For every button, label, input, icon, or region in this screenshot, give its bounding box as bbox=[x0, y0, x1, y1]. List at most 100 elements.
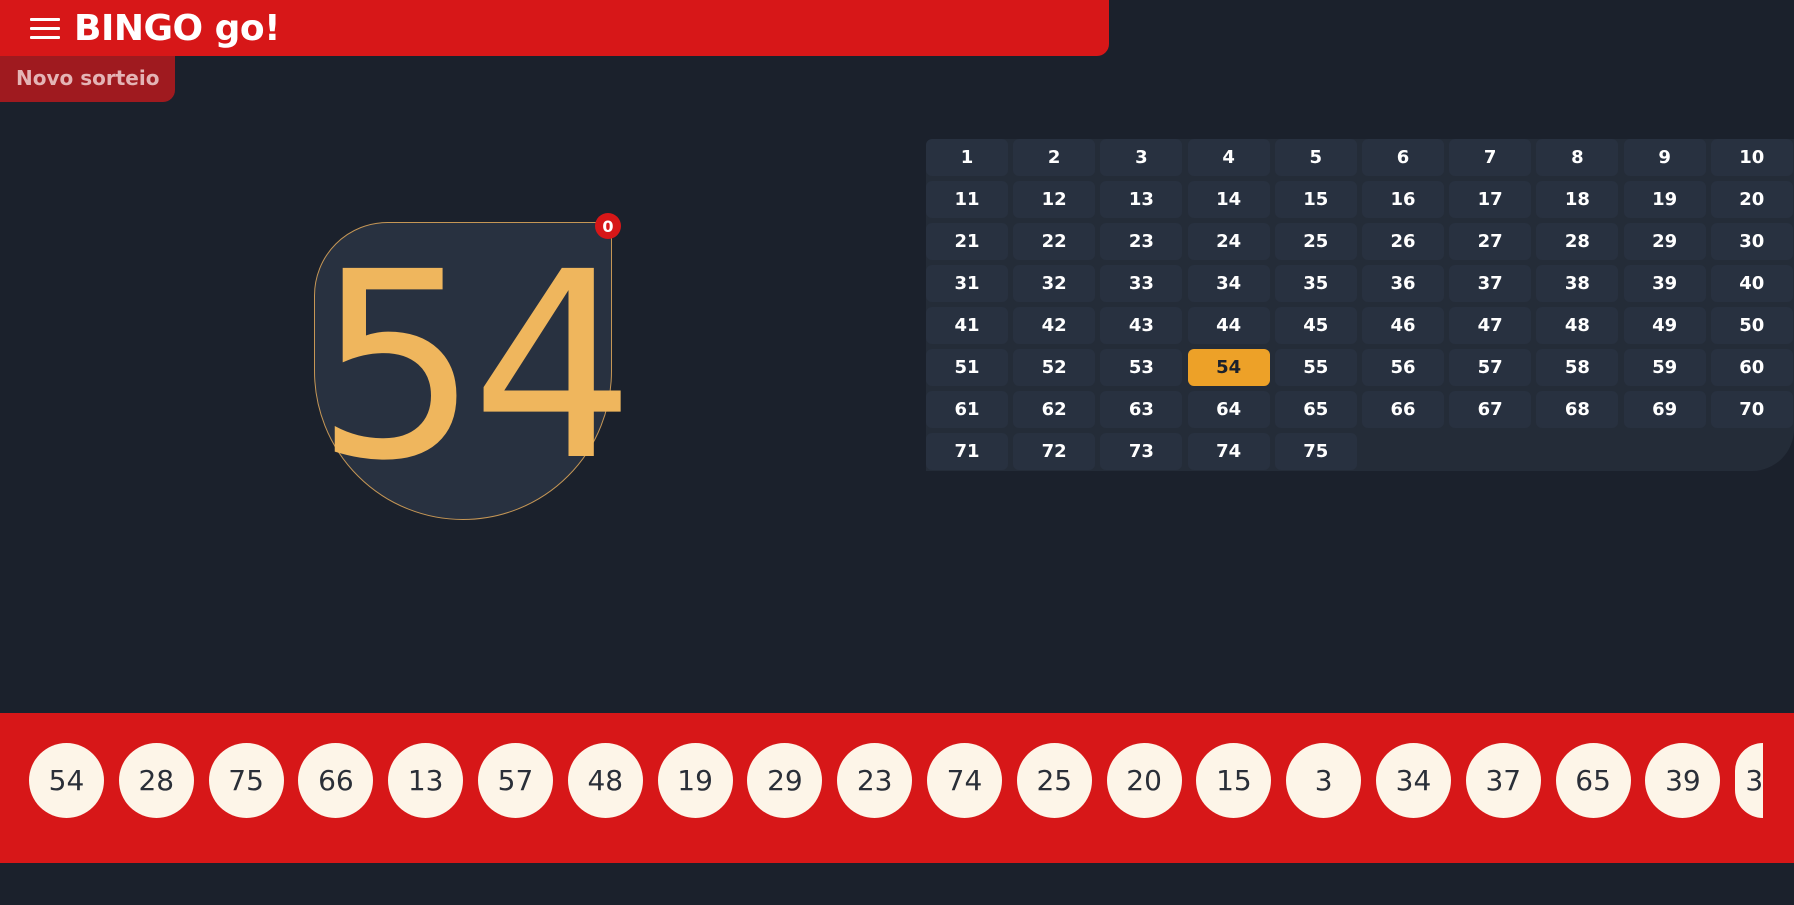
board-cell-13[interactable]: 13 bbox=[1100, 181, 1183, 218]
board-cell-63[interactable]: 63 bbox=[1100, 391, 1183, 428]
history-ball: 19 bbox=[657, 743, 733, 818]
board-cell-57[interactable]: 57 bbox=[1449, 349, 1532, 386]
board-cell-73[interactable]: 73 bbox=[1100, 433, 1183, 470]
board-cell-74[interactable]: 74 bbox=[1187, 433, 1270, 470]
board-cell-25[interactable]: 25 bbox=[1274, 223, 1357, 260]
board-cell-69[interactable]: 69 bbox=[1623, 391, 1706, 428]
board-cell-43[interactable]: 43 bbox=[1100, 307, 1183, 344]
board-cell-48[interactable]: 48 bbox=[1536, 307, 1619, 344]
board-cell-68[interactable]: 68 bbox=[1536, 391, 1619, 428]
history-ball: 3 bbox=[1286, 743, 1362, 818]
board-cell-59[interactable]: 59 bbox=[1623, 349, 1706, 386]
board-cell-37[interactable]: 37 bbox=[1449, 265, 1532, 302]
board-cell-42[interactable]: 42 bbox=[1013, 307, 1096, 344]
history-ball: 13 bbox=[388, 743, 464, 818]
board-cell-8[interactable]: 8 bbox=[1536, 139, 1619, 176]
board-cell-17[interactable]: 17 bbox=[1449, 181, 1532, 218]
board-cell-30[interactable]: 30 bbox=[1710, 223, 1793, 260]
board-cell-14[interactable]: 14 bbox=[1187, 181, 1270, 218]
board-cell-5[interactable]: 5 bbox=[1274, 139, 1357, 176]
history-ball: 37 bbox=[1465, 743, 1541, 818]
history-ball: 57 bbox=[478, 743, 553, 818]
board-cell-27[interactable]: 27 bbox=[1449, 223, 1532, 260]
board-cell-15[interactable]: 15 bbox=[1274, 181, 1357, 218]
board-cell-55[interactable]: 55 bbox=[1274, 349, 1357, 386]
board-cell-70[interactable]: 70 bbox=[1710, 391, 1793, 428]
board-cell-65[interactable]: 65 bbox=[1274, 391, 1357, 428]
board-cell-61[interactable]: 61 bbox=[926, 391, 1008, 428]
board-cell-46[interactable]: 46 bbox=[1362, 307, 1444, 344]
number-board: 1 2 3 4 5 6 7 8 9 10 11 12 13 14 15 16 17 18 19 20 21 22 23 24 2… bbox=[926, 139, 1794, 471]
history-ball: 65 bbox=[1555, 743, 1631, 818]
board-cell-26[interactable]: 26 bbox=[1362, 223, 1444, 260]
history-ball: 54 bbox=[29, 743, 104, 818]
history-ball: 25 bbox=[1016, 743, 1092, 818]
board-cell-40[interactable]: 40 bbox=[1710, 265, 1793, 302]
board-cell-56[interactable]: 56 bbox=[1362, 349, 1444, 386]
history-ball: 3 bbox=[1735, 743, 1764, 818]
board-cell-49[interactable]: 49 bbox=[1623, 307, 1706, 344]
app-title: BINGO go! bbox=[74, 7, 281, 49]
board-cell-21[interactable]: 21 bbox=[926, 223, 1008, 260]
board-cell-67[interactable]: 67 bbox=[1449, 391, 1532, 428]
board-cell-51[interactable]: 51 bbox=[926, 349, 1008, 386]
board-cell-18[interactable]: 18 bbox=[1536, 181, 1619, 218]
board-cell-34[interactable]: 34 bbox=[1187, 265, 1270, 302]
board-cell-19[interactable]: 19 bbox=[1623, 181, 1706, 218]
board-cell-22[interactable]: 22 bbox=[1013, 223, 1096, 260]
board-cell-33[interactable]: 33 bbox=[1100, 265, 1183, 302]
board-cell-28[interactable]: 28 bbox=[1536, 223, 1619, 260]
board-cell-41[interactable]: 41 bbox=[926, 307, 1008, 344]
history-ball: 48 bbox=[567, 743, 643, 818]
board-cell-23[interactable]: 23 bbox=[1100, 223, 1183, 260]
board-cell-71[interactable]: 71 bbox=[926, 433, 1008, 470]
board-cell-35[interactable]: 35 bbox=[1274, 265, 1357, 302]
board-cell-11[interactable]: 11 bbox=[926, 181, 1008, 218]
board-cell-50[interactable]: 50 bbox=[1710, 307, 1793, 344]
board-cell-64[interactable]: 64 bbox=[1187, 391, 1270, 428]
board-cell-47[interactable]: 47 bbox=[1449, 307, 1532, 344]
board-cell-6[interactable]: 6 bbox=[1362, 139, 1444, 176]
board-cell-66[interactable]: 66 bbox=[1362, 391, 1444, 428]
drawn-numbers-history: 54 28 75 66 13 57 48 19 29 23 74 25 20 15 3 34 37 65 39 3 bbox=[0, 713, 1794, 863]
board-cell-7[interactable]: 7 bbox=[1449, 139, 1532, 176]
board-cell-53[interactable]: 53 bbox=[1100, 349, 1183, 386]
board-cell-24[interactable]: 24 bbox=[1187, 223, 1270, 260]
board-cell-54[interactable]: 54 bbox=[1187, 349, 1270, 386]
new-draw-button[interactable]: Novo sorteio bbox=[0, 56, 176, 102]
history-ball: 34 bbox=[1376, 743, 1451, 818]
count-badge: 0 bbox=[595, 213, 621, 239]
board-cell-39[interactable]: 39 bbox=[1623, 265, 1706, 302]
board-cell-45[interactable]: 45 bbox=[1274, 307, 1357, 344]
board-cell-3[interactable]: 3 bbox=[1100, 139, 1183, 176]
board-cell-36[interactable]: 36 bbox=[1362, 265, 1444, 302]
board-cell-29[interactable]: 29 bbox=[1623, 223, 1706, 260]
history-ball: 23 bbox=[837, 743, 913, 818]
board-cell-4[interactable]: 4 bbox=[1187, 139, 1270, 176]
board-cell-58[interactable]: 58 bbox=[1536, 349, 1619, 386]
board-cell-1[interactable]: 1 bbox=[926, 139, 1008, 176]
board-cell-2[interactable]: 2 bbox=[1013, 139, 1096, 176]
board-cell-32[interactable]: 32 bbox=[1013, 265, 1096, 302]
history-ball: 39 bbox=[1645, 743, 1721, 818]
board-cell-44[interactable]: 44 bbox=[1187, 307, 1270, 344]
app-header: BINGO go! bbox=[0, 0, 1109, 56]
board-cell-12[interactable]: 12 bbox=[1013, 181, 1096, 218]
history-ball: 66 bbox=[298, 743, 374, 818]
current-number: 54 bbox=[314, 217, 635, 517]
board-cell-31[interactable]: 31 bbox=[926, 265, 1008, 302]
board-cell-9[interactable]: 9 bbox=[1623, 139, 1706, 176]
board-cell-10[interactable]: 10 bbox=[1710, 139, 1793, 176]
board-cell-72[interactable]: 72 bbox=[1013, 433, 1096, 470]
board-cell-62[interactable]: 62 bbox=[1013, 391, 1096, 428]
board-cell-16[interactable]: 16 bbox=[1362, 181, 1444, 218]
history-ball: 28 bbox=[118, 743, 194, 818]
board-cell-20[interactable]: 20 bbox=[1710, 181, 1793, 218]
board-cell-52[interactable]: 52 bbox=[1013, 349, 1096, 386]
board-cell-60[interactable]: 60 bbox=[1710, 349, 1793, 386]
board-cell-38[interactable]: 38 bbox=[1536, 265, 1619, 302]
history-ball: 29 bbox=[747, 743, 823, 818]
board-cell-75[interactable]: 75 bbox=[1274, 433, 1357, 470]
history-ball: 74 bbox=[927, 743, 1002, 818]
hamburger-menu-icon[interactable] bbox=[30, 15, 60, 41]
